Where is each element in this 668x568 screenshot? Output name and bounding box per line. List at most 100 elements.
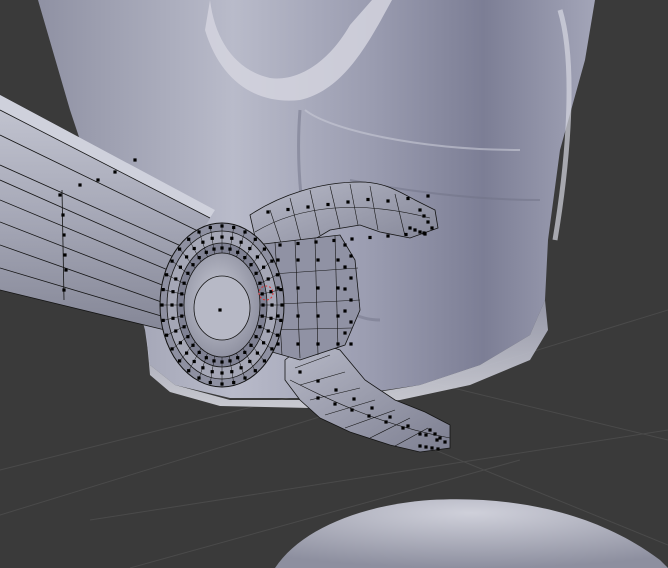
vertex[interactable] [336,258,340,262]
vertex[interactable] [255,351,259,355]
vertex[interactable] [182,281,186,285]
vertex[interactable] [178,359,182,363]
vertex[interactable] [187,369,191,373]
vertex[interactable] [260,292,264,296]
vertex[interactable] [220,371,224,375]
vertex[interactable] [212,247,216,251]
vertex[interactable] [236,250,240,254]
vertex[interactable] [343,265,347,269]
vertex[interactable] [296,314,300,318]
vertex[interactable] [346,200,350,204]
vertex[interactable] [426,194,430,198]
vertex[interactable] [408,226,412,230]
vertex[interactable] [170,303,174,307]
vertex[interactable] [266,210,270,214]
vertex[interactable] [366,197,370,202]
vertex[interactable] [262,247,266,251]
vertex[interactable] [296,241,300,246]
vertex[interactable] [316,286,320,290]
vertex[interactable] [336,314,340,318]
vertex[interactable] [254,335,258,339]
vertex[interactable] [316,314,320,318]
vertex[interactable] [404,232,408,237]
vertex[interactable] [249,263,253,267]
vertex[interactable] [201,240,205,244]
vertex[interactable] [406,424,410,428]
vertex[interactable] [228,359,232,363]
vertex[interactable] [326,202,330,207]
vertex[interactable] [343,287,347,291]
vertex[interactable] [316,396,320,400]
vertex[interactable] [258,281,262,285]
viewport-scene[interactable] [0,0,668,568]
vertex[interactable] [343,331,347,335]
vertex[interactable] [350,237,354,241]
vertex[interactable] [260,314,264,318]
vertex[interactable] [316,342,320,346]
vertex[interactable] [232,380,236,385]
vertex[interactable] [314,240,318,244]
vertex[interactable] [187,237,191,241]
vertex[interactable] [349,342,353,346]
vertex[interactable] [276,258,280,262]
vertex[interactable] [64,268,68,272]
vertex[interactable] [220,360,224,364]
vertex[interactable] [406,196,410,201]
vertex[interactable] [220,235,224,239]
vertex[interactable] [336,342,340,346]
vertex[interactable] [370,406,374,410]
vertex[interactable] [386,234,390,238]
vertex[interactable] [171,290,175,294]
vertex[interactable] [178,247,182,251]
vertex[interactable] [58,193,62,197]
vertex[interactable] [413,228,417,232]
vertex[interactable] [228,247,232,251]
vertex[interactable] [262,341,266,345]
vertex[interactable] [266,277,270,281]
vertex[interactable] [197,376,201,380]
base-mesh[interactable] [275,499,668,568]
vertex[interactable] [210,370,214,374]
vertex[interactable] [349,320,353,324]
vertex[interactable] [258,325,262,329]
vertex[interactable] [270,303,274,307]
vertex[interactable] [262,265,266,269]
vertex[interactable] [253,237,257,241]
vertex[interactable] [243,256,247,260]
vertex[interactable] [424,433,428,437]
vertex[interactable] [418,432,422,436]
vertex[interactable] [232,225,236,230]
vertex[interactable] [236,356,240,360]
vertex[interactable] [343,309,347,313]
vertex[interactable] [133,158,137,162]
vertex[interactable] [182,325,186,329]
vertex[interactable] [435,438,439,442]
vertex[interactable] [243,376,247,380]
vertex[interactable] [113,170,117,174]
vertex[interactable] [316,258,320,262]
3d-viewport[interactable] [0,0,668,568]
vertex[interactable] [178,265,182,269]
vertex[interactable] [174,329,178,333]
vertex[interactable] [197,256,201,260]
vertex[interactable] [278,243,282,247]
vertex[interactable] [220,382,224,386]
vertex[interactable] [185,351,189,355]
vertex[interactable] [350,408,354,412]
vertex[interactable] [349,276,353,280]
vertex[interactable] [180,292,184,296]
vertex[interactable] [261,303,265,307]
vertex[interactable] [343,243,347,247]
vertex[interactable] [180,314,184,318]
vertex[interactable] [436,447,440,451]
vertex[interactable] [349,254,353,258]
vertex[interactable] [266,329,270,333]
vertex[interactable] [438,436,442,440]
vertex[interactable] [239,240,243,244]
vertex[interactable] [96,178,100,182]
vertex[interactable] [239,366,243,370]
vertex[interactable] [191,263,195,267]
vertex[interactable] [316,379,320,383]
vertex[interactable] [306,205,310,209]
vertex[interactable] [230,370,234,374]
